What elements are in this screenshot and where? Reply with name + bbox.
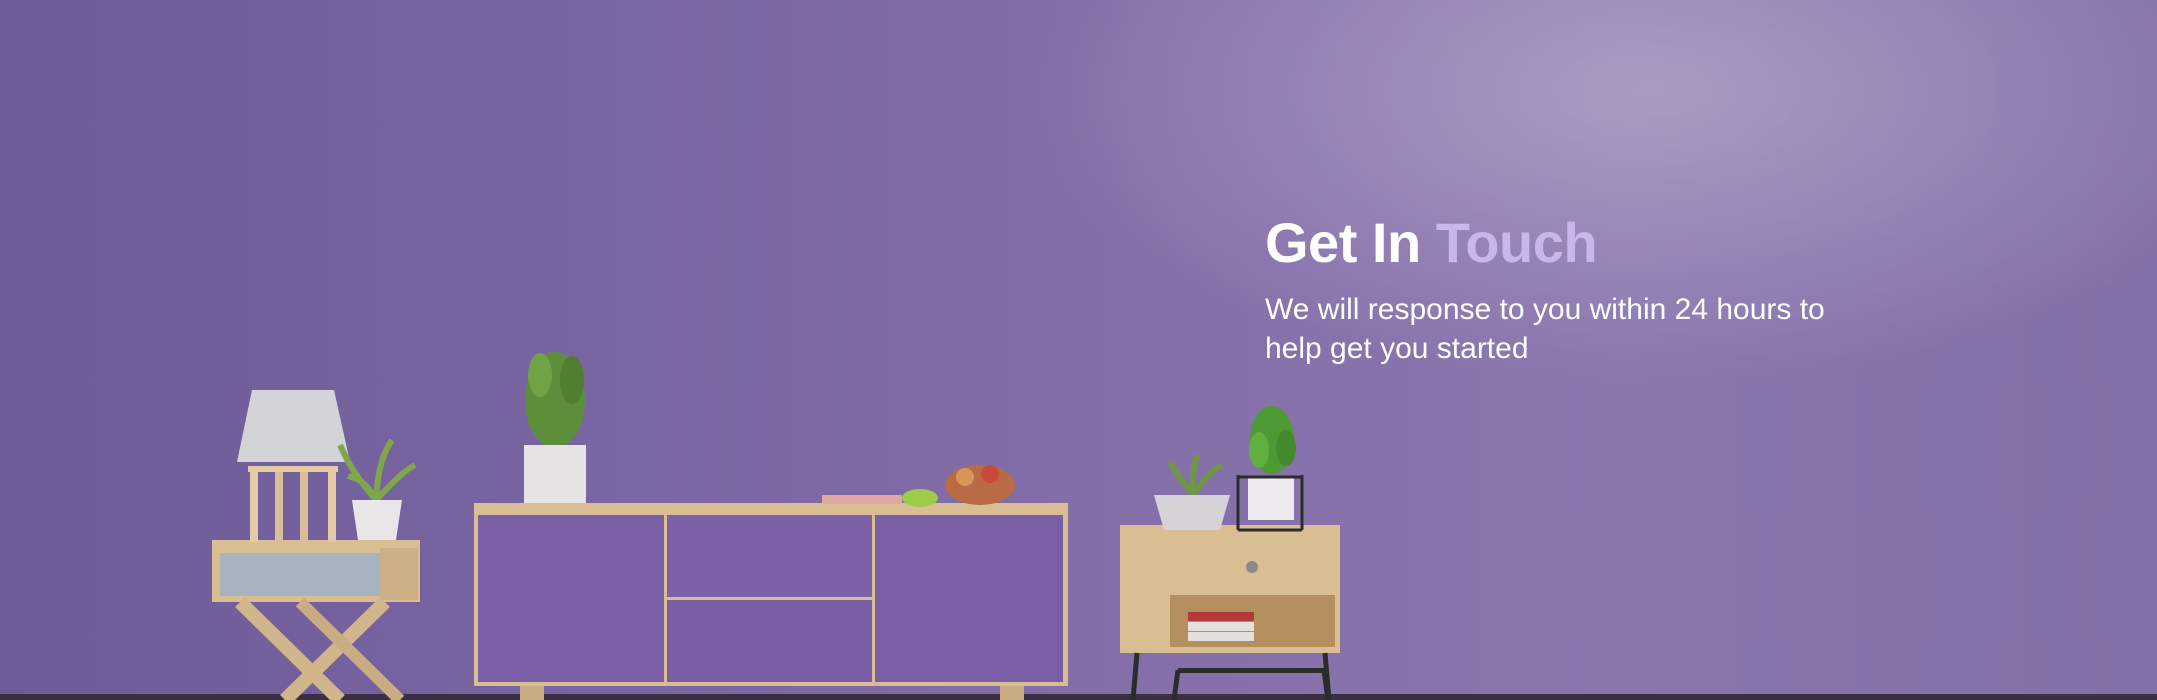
nightstand — [1120, 525, 1340, 700]
contact-hero-banner: Get In Touch We will response to you wit… — [0, 0, 2157, 700]
potted-succulent — [1154, 453, 1230, 530]
side-table — [212, 540, 420, 700]
sideboard-cabinet — [474, 503, 1068, 700]
fruit-bowl — [822, 465, 1015, 507]
page-title: Get In Touch — [1265, 210, 1598, 275]
potted-cactus — [1236, 406, 1304, 532]
title-text: Get In — [1265, 211, 1421, 274]
table-lamp — [237, 390, 350, 542]
potted-plant-tall — [524, 352, 586, 507]
hero-subtitle: We will response to you within 24 hours … — [1265, 293, 1825, 365]
potted-plant — [337, 438, 417, 540]
title-accent-text: Touch — [1435, 211, 1598, 274]
